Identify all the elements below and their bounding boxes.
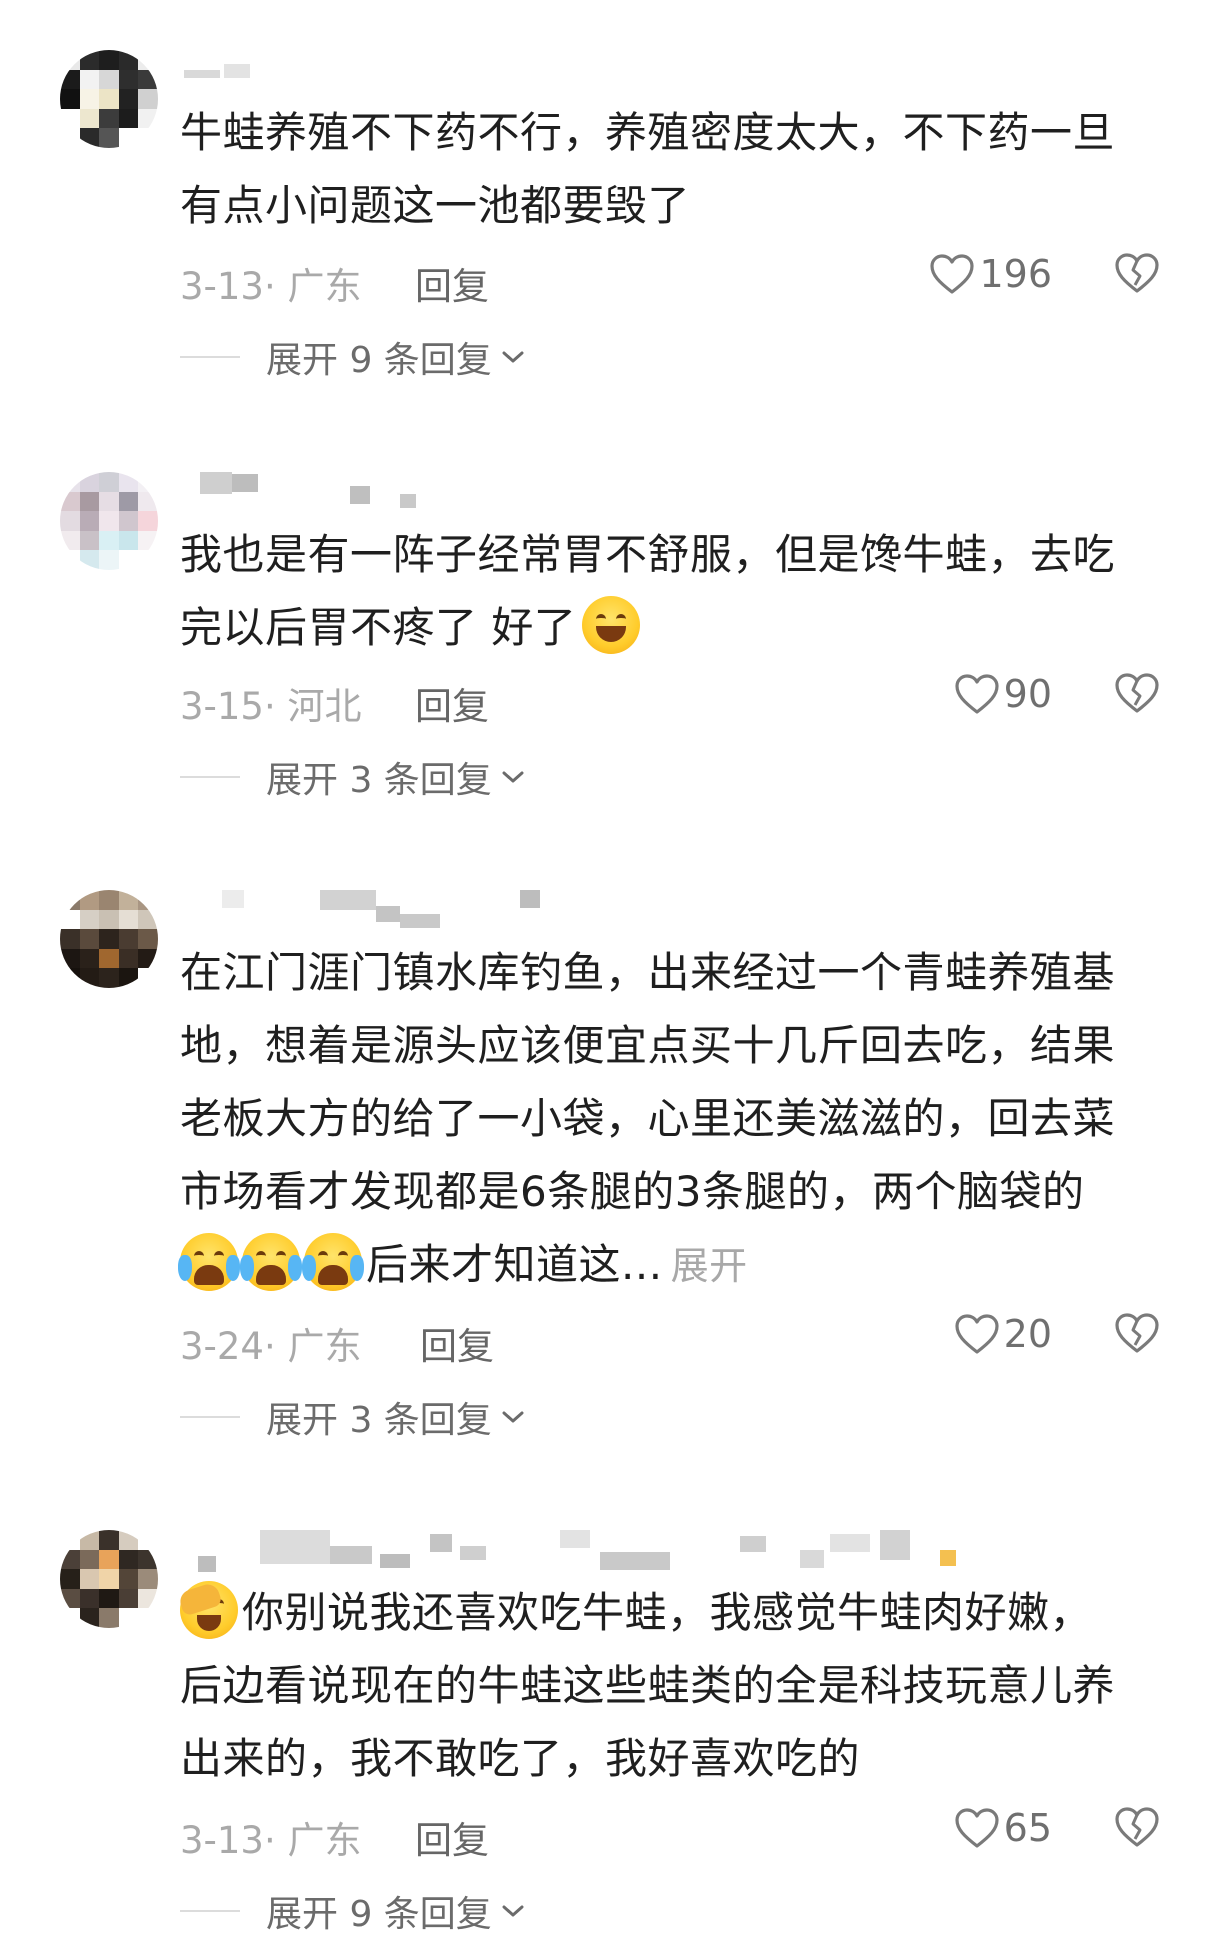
dislike-button[interactable]	[1114, 1806, 1160, 1857]
reply-button[interactable]: 回复	[420, 1316, 494, 1370]
expand-replies-button[interactable]: 展开 9 条回复	[180, 332, 526, 382]
comment-list: 牛蛙养殖不下药不行，养殖密度太大，不下药一旦 有点小问题这一池都要毁了 3-13…	[0, 0, 1206, 1956]
like-button[interactable]: 90	[954, 672, 1052, 716]
like-button[interactable]: 65	[954, 1806, 1052, 1850]
broken-heart-icon	[1115, 1807, 1159, 1847]
loudly-crying-emoji	[240, 1233, 302, 1291]
comment-line: 市场看才发现都是6条腿的3条腿的，两个脑袋的	[180, 1167, 1085, 1216]
comment-line-with-emoji: 你别说我还喜欢吃牛蛙，我感觉牛蛙肉好嫩，	[177, 1576, 1152, 1649]
divider	[180, 776, 240, 778]
divider	[180, 1416, 240, 1418]
comment-line: 牛蛙养殖不下药不行，养殖密度太大，不下药一旦	[180, 108, 1116, 157]
like-button[interactable]: 196	[929, 252, 1052, 296]
expand-replies-label: 展开 3 条回复	[266, 760, 492, 801]
chevron-down-icon	[502, 1411, 524, 1423]
comment-line: 有点小问题这一池都要毁了	[180, 181, 691, 230]
comment-line: 完以后胃不疼了 好了	[180, 603, 577, 652]
comment-line: 后来才知道这...	[366, 1240, 663, 1289]
like-count: 65	[1003, 1806, 1052, 1850]
comment-date-location: 3-13· 广东	[180, 265, 362, 308]
avatar[interactable]	[60, 1530, 158, 1628]
chevron-down-icon	[502, 1905, 524, 1917]
comment-line: 我也是有一阵子经常胃不舒服，但是馋牛蛙，去吃	[180, 530, 1116, 579]
comment-line: 地，想着是源头应该便宜点买十几斤回去吃，结果	[180, 1021, 1116, 1070]
like-button[interactable]: 20	[954, 1312, 1052, 1356]
broken-heart-icon	[1115, 1313, 1159, 1353]
heart-outline-icon	[955, 1808, 999, 1848]
broken-heart-icon	[1115, 253, 1159, 293]
comment-text: 在江门涯门镇水库钓鱼，出来经过一个青蛙养殖基 地，想着是源头应该便宜点买十几斤回…	[178, 936, 1152, 1303]
like-count: 90	[1003, 672, 1052, 716]
comment-line: 后边看说现在的牛蛙这些蛙类的全是科技玩意儿养	[180, 1661, 1116, 1710]
avatar[interactable]	[60, 50, 158, 148]
comment-text: 你别说我还喜欢吃牛蛙，我感觉牛蛙肉好嫩， 后边看说现在的牛蛙这些蛙类的全是科技玩…	[177, 1576, 1152, 1795]
comment-meta: 3-24· 广东 回复 20	[180, 1312, 1160, 1368]
like-count: 20	[1003, 1312, 1052, 1356]
dislike-button[interactable]	[1114, 252, 1160, 303]
comment-line: 你别说我还喜欢吃牛蛙，我感觉牛蛙肉好嫩，	[242, 1588, 1093, 1637]
chevron-down-icon	[502, 351, 524, 363]
divider	[180, 356, 240, 358]
comment-date-location: 3-15· 河北	[180, 685, 362, 728]
heart-outline-icon	[955, 1314, 999, 1354]
expand-replies-button[interactable]: 展开 3 条回复	[180, 752, 526, 802]
divider	[180, 1910, 240, 1912]
chevron-down-icon	[502, 771, 524, 783]
expand-replies-label: 展开 9 条回复	[266, 340, 492, 381]
comment-date-location: 3-13· 广东	[180, 1819, 362, 1862]
dislike-button[interactable]	[1114, 1312, 1160, 1363]
comment-line: 老板大方的给了一小袋，心里还美滋滋的，回去菜	[180, 1094, 1116, 1143]
grinning-emoji	[582, 596, 641, 654]
comment-text: 我也是有一阵子经常胃不舒服，但是馋牛蛙，去吃 完以后胃不疼了 好了	[180, 518, 1152, 664]
reply-button[interactable]: 回复	[415, 256, 489, 310]
expand-replies-button[interactable]: 展开 3 条回复	[180, 1392, 526, 1442]
like-count: 196	[979, 252, 1052, 296]
comment-meta: 3-13· 广东 回复 196	[180, 252, 1160, 308]
comment-line: 在江门涯门镇水库钓鱼，出来经过一个青蛙养殖基	[180, 948, 1116, 997]
comment-line: 出来的，我不敢吃了，我好喜欢吃的	[180, 1734, 861, 1783]
expand-text-link[interactable]: 展开	[671, 1244, 748, 1288]
loudly-crying-emoji	[178, 1233, 240, 1291]
comment-line-with-emoji: 完以后胃不疼了 好了	[180, 591, 1152, 664]
avatar[interactable]	[60, 472, 158, 570]
expand-replies-button[interactable]: 展开 9 条回复	[180, 1886, 526, 1936]
expand-replies-label: 展开 3 条回复	[266, 1400, 492, 1441]
broken-heart-icon	[1115, 673, 1159, 713]
facepalm-emoji	[177, 1581, 238, 1639]
avatar[interactable]	[60, 890, 158, 988]
comment-meta: 3-13· 广东 回复 65	[180, 1806, 1160, 1862]
reply-button[interactable]: 回复	[415, 676, 489, 730]
loudly-crying-emoji	[302, 1233, 364, 1291]
comment-meta: 3-15· 河北 回复 90	[180, 672, 1160, 728]
comment-line-with-emoji: 后来才知道这... 展开	[178, 1228, 1152, 1303]
heart-outline-icon	[955, 674, 999, 714]
comment-date-location: 3-24· 广东	[180, 1325, 362, 1368]
dislike-button[interactable]	[1114, 672, 1160, 723]
expand-replies-label: 展开 9 条回复	[266, 1894, 492, 1935]
reply-button[interactable]: 回复	[415, 1810, 489, 1864]
comment-text: 牛蛙养殖不下药不行，养殖密度太大，不下药一旦 有点小问题这一池都要毁了	[180, 96, 1152, 242]
heart-outline-icon	[930, 254, 975, 294]
